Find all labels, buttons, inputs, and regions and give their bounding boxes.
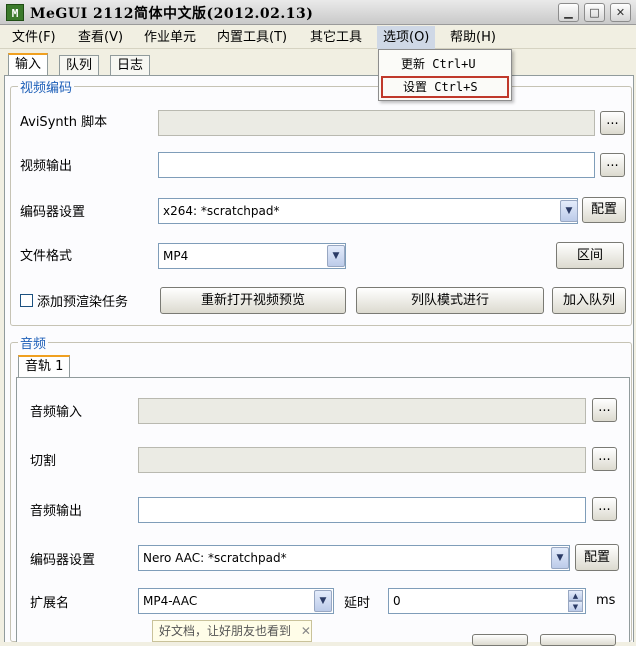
close-icon: ✕ — [615, 6, 626, 19]
video-config-button[interactable]: 配置 — [582, 197, 626, 223]
menu-options[interactable]: 选项(O) — [377, 26, 436, 49]
video-encoder-dropdown-icon[interactable]: ▼ — [560, 200, 578, 222]
maximize-button[interactable]: □ — [584, 3, 605, 22]
cut-label: 切割 — [30, 454, 57, 469]
audio-encoder-label: 编码器设置 — [30, 553, 96, 568]
maximize-icon: □ — [589, 6, 600, 19]
cut-browse-button[interactable]: ... — [592, 447, 617, 471]
menu-bar: 文件(F) 查看(V) 作业单元 内置工具(T) 其它工具 选项(O) 帮助(H… — [0, 26, 636, 49]
tab-log[interactable]: 日志 — [110, 55, 151, 75]
add-prerender-checkbox[interactable] — [20, 294, 33, 307]
add-to-queue-button[interactable]: 加入队列 — [552, 287, 626, 314]
reopen-preview-button[interactable]: 重新打开视频预览 — [160, 287, 346, 314]
video-output-label: 视频输出 — [20, 159, 73, 174]
menu-tools[interactable]: 内置工具(T) — [211, 26, 293, 49]
video-encoder-label: 编码器设置 — [20, 205, 86, 220]
tab-queue[interactable]: 队列 — [59, 55, 100, 75]
tab-input[interactable]: 输入 — [8, 53, 49, 75]
delay-down-icon[interactable]: ▼ — [568, 601, 583, 612]
menu-settings[interactable]: 设置 Ctrl+S — [381, 76, 509, 98]
extension-dropdown-icon[interactable]: ▼ — [314, 590, 332, 612]
app-icon: M — [6, 4, 24, 21]
menu-view[interactable]: 查看(V) — [72, 26, 129, 49]
audio-group-title: 音频 — [18, 333, 49, 352]
avisynth-label: AviSynth 脚本 — [20, 115, 108, 130]
window-title: MeGUI 2112简体中文版(2012.02.13) — [30, 6, 314, 22]
file-format-dropdown-icon[interactable]: ▼ — [327, 245, 345, 267]
audio-output-label: 音频输出 — [30, 504, 83, 519]
delay-input[interactable]: 0 — [388, 588, 586, 614]
menu-other-tools[interactable]: 其它工具 — [304, 26, 368, 49]
audio-input-field[interactable] — [138, 398, 586, 424]
extension-select[interactable]: MP4-AAC — [138, 588, 334, 614]
delay-unit: ms — [596, 593, 616, 608]
delay-label: 延时 — [344, 596, 371, 611]
audio-input-browse-button[interactable]: ... — [592, 398, 617, 422]
extension-label: 扩展名 — [30, 596, 70, 611]
menu-help[interactable]: 帮助(H) — [444, 26, 502, 49]
video-encoder-select[interactable]: x264: *scratchpad* — [158, 198, 578, 224]
delay-up-icon[interactable]: ▲ — [568, 590, 583, 601]
bottom-button-1[interactable] — [472, 634, 528, 646]
file-format-select[interactable]: MP4 — [158, 243, 346, 269]
video-output-browse-button[interactable]: ... — [600, 153, 625, 177]
tooltip-close-icon[interactable]: ✕ — [301, 624, 311, 638]
share-tooltip: 好文档，让好朋友也看到 ✕ — [152, 620, 312, 642]
video-output-input[interactable] — [158, 152, 595, 178]
range-button[interactable]: 区间 — [556, 242, 624, 269]
minimize-button[interactable]: ▁ — [558, 3, 579, 22]
audio-config-button[interactable]: 配置 — [575, 544, 619, 571]
menu-file[interactable]: 文件(F) — [6, 26, 62, 49]
tab-audio-track-1[interactable]: 音轨 1 — [18, 355, 71, 377]
menu-jobs[interactable]: 作业单元 — [138, 26, 202, 49]
audio-output-field[interactable] — [138, 497, 586, 523]
avisynth-input[interactable] — [158, 110, 595, 136]
audio-encoder-select[interactable]: Nero AAC: *scratchpad* — [138, 545, 570, 571]
avisynth-browse-button[interactable]: ... — [600, 111, 625, 135]
cut-field[interactable] — [138, 447, 586, 473]
queue-mode-button[interactable]: 列队模式进行 — [356, 287, 544, 314]
audio-output-browse-button[interactable]: ... — [592, 497, 617, 521]
bottom-button-2[interactable] — [540, 634, 616, 646]
menu-update[interactable]: 更新 Ctrl+U — [381, 53, 509, 75]
options-dropdown-menu: 更新 Ctrl+U 设置 Ctrl+S — [378, 49, 512, 101]
audio-input-label: 音频输入 — [30, 405, 83, 420]
close-button[interactable]: ✕ — [610, 3, 631, 22]
video-group-title: 视频编码 — [18, 77, 75, 96]
add-prerender-label: 添加预渲染任务 — [37, 295, 129, 310]
file-format-label: 文件格式 — [20, 249, 73, 264]
audio-encoder-dropdown-icon[interactable]: ▼ — [551, 547, 569, 569]
tooltip-text: 好文档，让好朋友也看到 — [159, 624, 292, 638]
minimize-icon: ▁ — [564, 6, 573, 19]
